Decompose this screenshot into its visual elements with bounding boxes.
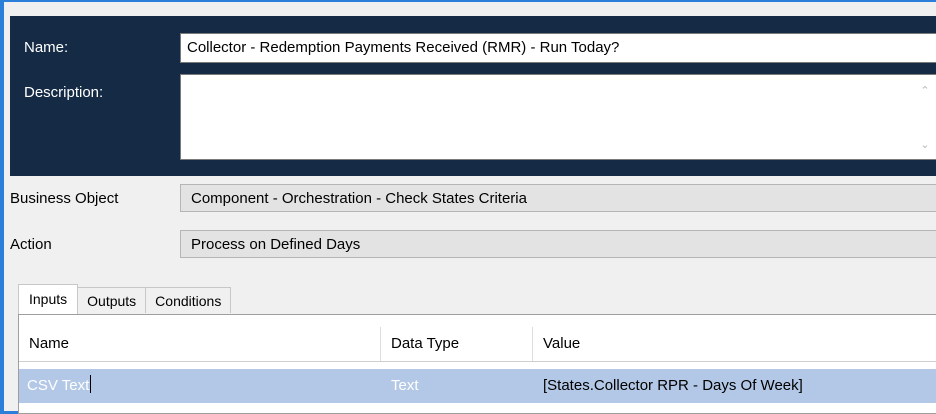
tab-inputs[interactable]: Inputs [18, 284, 79, 314]
tab-strip: Inputs Outputs Conditions [18, 284, 232, 314]
column-header-data-type[interactable]: Data Type [381, 327, 533, 361]
tab-conditions[interactable]: Conditions [145, 287, 232, 313]
tab-outputs[interactable]: Outputs [77, 287, 147, 313]
action-field[interactable]: Process on Defined Days [180, 230, 936, 258]
description-label: Description: [24, 84, 104, 101]
name-label: Name: [24, 39, 69, 56]
cell-name[interactable]: CSV Text [23, 369, 381, 403]
cell-data-type[interactable]: Text [381, 369, 533, 403]
column-header-name[interactable]: Name [19, 327, 381, 361]
grid-header: Name Data Type Value [19, 327, 936, 362]
cell-value[interactable]: [States.Collector RPR - Days Of Week] [533, 369, 936, 403]
scroll-down-arrow-icon[interactable]: ⌄ [917, 137, 933, 153]
scroll-up-arrow-icon[interactable]: ⌃ [917, 83, 933, 99]
table-row[interactable]: CSV Text Text [States.Collector RPR - Da… [19, 369, 936, 403]
business-object-field[interactable]: Component - Orchestration - Check States… [180, 184, 936, 212]
inputs-grid: Name Data Type Value CSV Text Text [Stat… [18, 314, 936, 414]
text-caret [90, 375, 92, 393]
action-label: Action [10, 236, 52, 253]
name-input[interactable]: Collector - Redemption Payments Received… [180, 33, 936, 63]
window-frame: Name: Collector - Redemption Payments Re… [0, 0, 936, 414]
description-textarea[interactable]: ⌃ ⌄ [180, 74, 936, 160]
header-panel: Name: Collector - Redemption Payments Re… [10, 16, 936, 176]
business-object-label: Business Object [10, 190, 119, 207]
column-header-value[interactable]: Value [533, 327, 936, 361]
